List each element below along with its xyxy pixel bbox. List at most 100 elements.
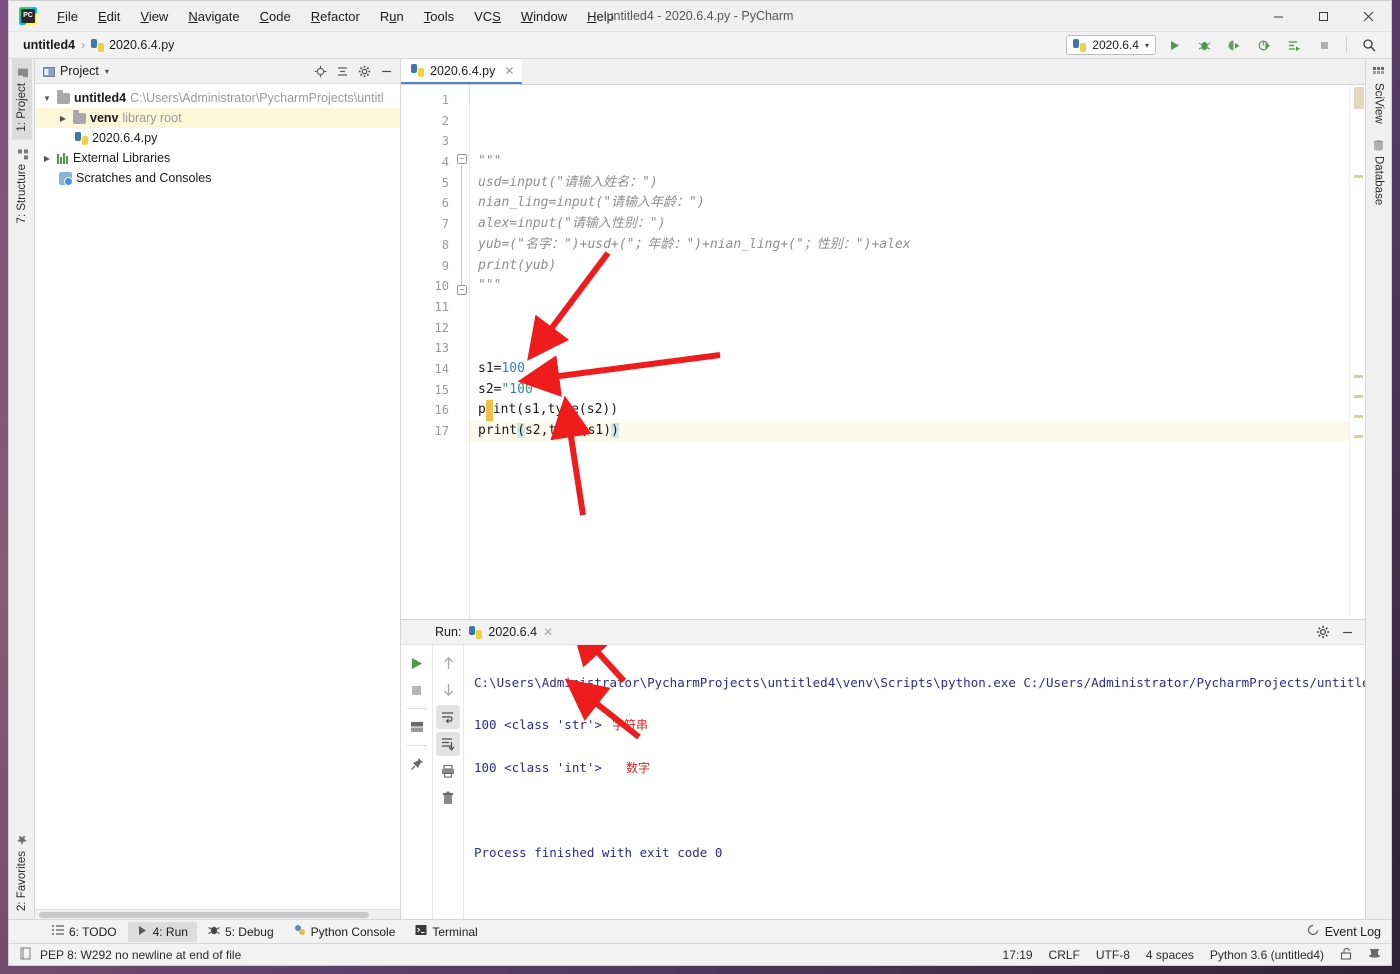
attach-debugger-button[interactable]	[1282, 34, 1306, 56]
run-button[interactable]	[1162, 34, 1186, 56]
rerun-button[interactable]	[405, 651, 429, 675]
gear-icon[interactable]	[1313, 622, 1333, 642]
file-encoding[interactable]: UTF-8	[1096, 948, 1130, 962]
caret-position[interactable]: 17:19	[1003, 948, 1033, 962]
tree-item-venv[interactable]: ▶ venv library root	[35, 108, 400, 128]
minimize-button[interactable]	[1256, 1, 1301, 31]
tree-item-untitled4[interactable]: ▼ untitled4 C:\Users\Administrator\Pycha…	[35, 88, 400, 108]
code-line-7: alex=input("请输入性别：")	[478, 216, 666, 232]
sidebar-item-structure[interactable]: 7: Structure	[12, 140, 32, 231]
scroll-to-end-button[interactable]	[436, 732, 460, 756]
line-separator[interactable]: CRLF	[1049, 948, 1080, 962]
marker-warning	[1354, 435, 1363, 438]
maximize-button[interactable]	[1301, 1, 1346, 31]
menu-refactor[interactable]: Refactor	[301, 5, 370, 28]
run-icon	[137, 925, 148, 939]
close-icon[interactable]: ✕	[504, 64, 514, 78]
locate-file-button[interactable]	[310, 61, 330, 81]
sidebar-item-project[interactable]: 1: Project	[11, 59, 32, 140]
pin-tab-button[interactable]	[405, 752, 429, 776]
event-log-area[interactable]: Event Log	[1307, 924, 1391, 939]
menu-tools[interactable]: Tools	[414, 5, 464, 28]
collapse-all-button[interactable]	[332, 61, 352, 81]
sidebar-item-sciview[interactable]: SciView	[1369, 59, 1389, 132]
tree-item-external-libraries[interactable]: ▶ External Libraries	[35, 148, 400, 168]
menu-help[interactable]: Help	[577, 5, 624, 28]
sidebar-item-database[interactable]: Database	[1369, 132, 1389, 213]
up-arrow-icon[interactable]	[436, 651, 460, 675]
status-bar-right: 17:19 CRLF UTF-8 4 spaces Python 3.6 (un…	[1003, 947, 1391, 963]
run-tab[interactable]: 2020.6.4 ✕	[469, 625, 553, 639]
tool-window-todo[interactable]: 6: TODO	[43, 921, 126, 942]
chevron-down-icon[interactable]: ▼	[41, 94, 53, 103]
gear-icon[interactable]	[354, 61, 374, 81]
chevron-down-icon[interactable]: ▾	[105, 67, 109, 76]
tree-item-python-file[interactable]: 2020.6.4.py	[35, 128, 400, 148]
fold-marker-open[interactable]: −	[457, 154, 467, 164]
menu-window[interactable]: Window	[511, 5, 577, 28]
scrollbar-thumb[interactable]	[1354, 87, 1364, 109]
console-line-out1: 100 <class 'str'> 字符串	[474, 714, 1365, 736]
restore-layout-button[interactable]	[405, 715, 429, 739]
down-arrow-icon[interactable]	[436, 678, 460, 702]
menu-bar[interactable]: FFileile Edit View Navigate Code Refacto…	[47, 5, 624, 28]
code-line-6: nian_ling=input("请输入年龄：")	[478, 195, 705, 211]
memory-indicator-icon[interactable]	[1368, 947, 1381, 963]
python-interpreter[interactable]: Python 3.6 (untitled4)	[1210, 948, 1324, 962]
close-button[interactable]	[1346, 1, 1391, 31]
close-icon[interactable]: ✕	[543, 625, 553, 639]
matching-bracket-open: (	[517, 423, 525, 438]
menu-run[interactable]: Run	[370, 5, 414, 28]
run-with-coverage-button[interactable]	[1222, 34, 1246, 56]
project-horizontal-scrollbar[interactable]	[35, 909, 400, 919]
tree-item-scratches[interactable]: Scratches and Consoles	[35, 168, 400, 188]
navigation-bar: untitled4 › 2020.6.4.py 2020.6.4 ▾	[9, 32, 1391, 59]
editor-area: 1 2 3 4 5 6 7 8 9 10 11 12 13 14 15 16 1	[401, 85, 1365, 619]
project-tree: ▼ untitled4 C:\Users\Administrator\Pycha…	[35, 84, 400, 909]
line-number: 2	[441, 113, 449, 128]
stop-process-button[interactable]	[405, 678, 429, 702]
code-content[interactable]: """ usd=input("请输入姓名：") nian_ling=input(…	[469, 85, 1349, 619]
chevron-right-icon[interactable]: ▶	[41, 154, 53, 163]
pycharm-window: FFileile Edit View Navigate Code Refacto…	[8, 0, 1392, 966]
title-bar: FFileile Edit View Navigate Code Refacto…	[9, 1, 1391, 32]
hide-panel-button[interactable]	[1337, 622, 1357, 642]
sidebar-item-favorites[interactable]: 2: Favorites	[12, 827, 32, 919]
search-icon[interactable]	[1357, 34, 1381, 56]
run-configuration-selector[interactable]: 2020.6.4 ▾	[1066, 35, 1156, 55]
code-line-9: print(yub)	[478, 257, 557, 273]
indent-setting[interactable]: 4 spaces	[1146, 948, 1194, 962]
editor-tab-2020-6-4[interactable]: 2020.6.4.py ✕	[401, 59, 523, 84]
python-file-icon	[411, 64, 424, 77]
soft-wrap-button[interactable]	[436, 705, 460, 729]
line-number: 6	[441, 196, 449, 211]
hide-panel-button[interactable]	[376, 61, 396, 81]
breadcrumb-project[interactable]: untitled4	[23, 38, 75, 52]
tool-window-run[interactable]: 4: Run	[127, 921, 197, 942]
menu-vcs[interactable]: VCS	[464, 5, 511, 28]
toolbar-divider	[406, 745, 427, 746]
profile-button[interactable]	[1252, 34, 1276, 56]
breadcrumb-file[interactable]: 2020.6.4.py	[91, 38, 174, 52]
chevron-right-icon[interactable]: ▶	[57, 114, 69, 123]
code-line-10: """	[478, 278, 502, 294]
tool-window-terminal-label: Terminal	[432, 924, 478, 939]
menu-code[interactable]: Code	[250, 5, 301, 28]
editor-marker-gutter[interactable]	[1349, 85, 1365, 619]
tool-window-python-console[interactable]: Python Console	[285, 921, 405, 942]
console-output[interactable]: C:\Users\Administrator\PycharmProjects\u…	[463, 645, 1365, 919]
print-icon[interactable]	[436, 759, 460, 783]
menu-file[interactable]: FFileile	[47, 5, 88, 28]
trash-icon[interactable]	[436, 786, 460, 810]
tool-window-debug[interactable]: 5: Debug	[199, 921, 283, 942]
sidebar-item-favorites-label: 2: Favorites	[15, 850, 28, 911]
tool-window-terminal[interactable]: Terminal	[406, 921, 486, 942]
menu-edit[interactable]: Edit	[88, 5, 130, 28]
lock-icon[interactable]	[1340, 947, 1352, 963]
menu-view[interactable]: View	[130, 5, 178, 28]
fold-marker-close[interactable]: −	[457, 285, 467, 295]
stop-button[interactable]	[1312, 34, 1336, 56]
debug-button[interactable]	[1192, 34, 1216, 56]
menu-navigate[interactable]: Navigate	[178, 5, 249, 28]
